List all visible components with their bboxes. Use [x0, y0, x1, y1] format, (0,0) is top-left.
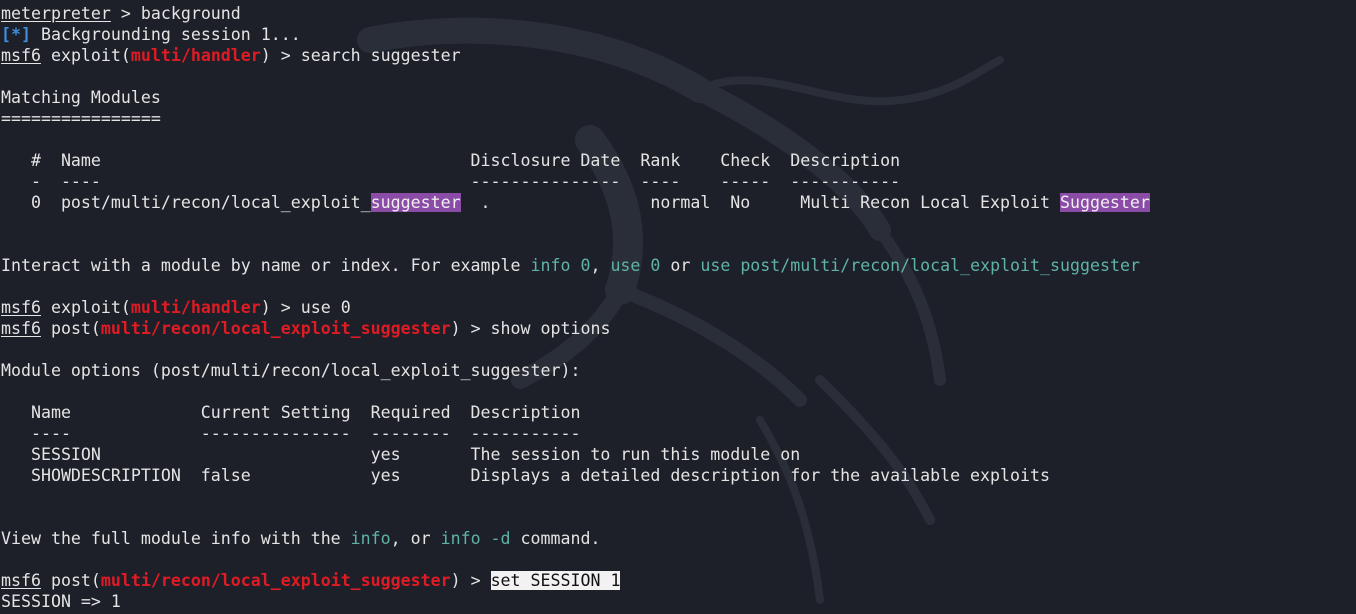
module-info-hint-line: View the full module info with the info,…: [1, 529, 601, 548]
show-options-command-line: msf6 post(multi/recon/local_exploit_sugg…: [1, 319, 611, 338]
backgrounding-status-line: [*] Backgrounding session 1...: [1, 25, 301, 44]
search-match-highlight: suggester: [370, 193, 461, 212]
session-set-output: SESSION => 1: [1, 592, 121, 611]
terminal-window[interactable]: meterpreter > background [*] Backgroundi…: [0, 0, 1356, 614]
options-table-row: SESSION yes The session to run this modu…: [1, 445, 801, 464]
options-table-header: Name Current Setting Required Descriptio…: [1, 403, 581, 422]
heading-underline: ================: [1, 109, 161, 128]
command-input[interactable]: set SESSION 1: [490, 571, 621, 590]
search-match-highlight: Suggester: [1059, 193, 1150, 212]
status-marker: [*]: [1, 25, 31, 44]
current-prompt-line: msf6 post(multi/recon/local_exploit_sugg…: [1, 571, 621, 590]
module-options-heading: Module options (post/multi/recon/local_e…: [1, 361, 581, 380]
meterpreter-background-command: meterpreter > background: [1, 4, 241, 23]
use-command-line: msf6 exploit(multi/handler) > use 0: [1, 298, 351, 317]
options-table-row: SHOWDESCRIPTION false yes Displays a det…: [1, 466, 1050, 485]
modules-table-divider: - ---- --------------- ---- ----- ------…: [1, 172, 901, 191]
modules-table-row: 0 post/multi/recon/local_exploit_suggest…: [1, 193, 1150, 212]
terminal-output: meterpreter > background [*] Backgroundi…: [1, 3, 1150, 612]
modules-table-header: # Name Disclosure Date Rank Check Descri…: [1, 151, 901, 170]
options-table-divider: ---- --------------- -------- ----------…: [1, 424, 581, 443]
interact-hint-line: Interact with a module by name or index.…: [1, 256, 1140, 275]
search-command-line: msf6 exploit(multi/handler) > search sug…: [1, 46, 461, 65]
matching-modules-heading: Matching Modules: [1, 88, 161, 107]
